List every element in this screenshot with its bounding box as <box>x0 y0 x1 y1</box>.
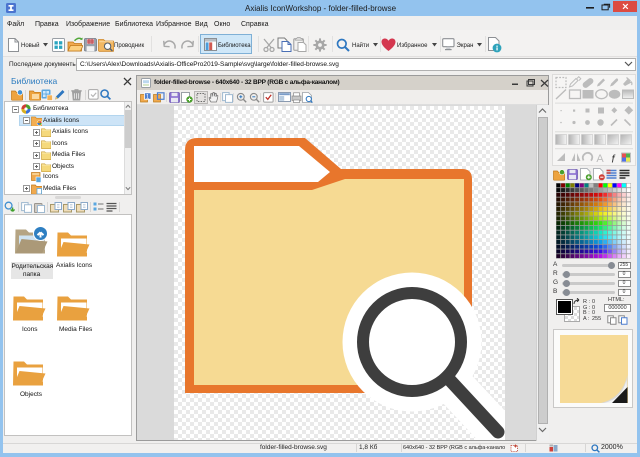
svg-text:f: f <box>611 154 615 166</box>
svg-text:A: A <box>596 153 604 165</box>
